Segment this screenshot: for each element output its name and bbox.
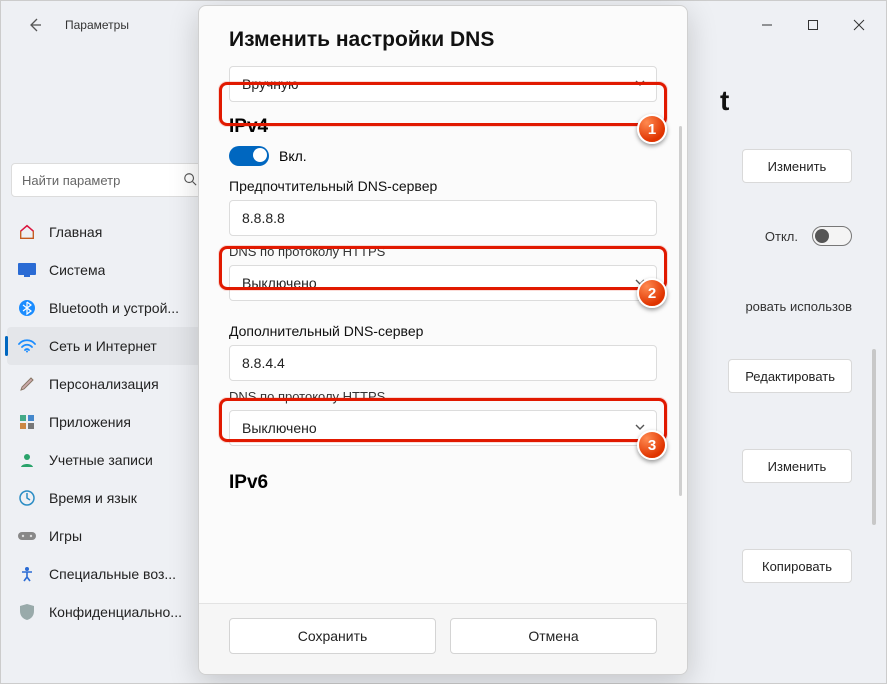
brush-icon [17, 374, 37, 394]
cancel-button[interactable]: Отмена [450, 618, 657, 654]
window-controls [744, 9, 882, 41]
doh1-label: DNS по протоколу HTTPS [229, 244, 657, 259]
preferred-dns-input[interactable]: 8.8.8.8 [229, 200, 657, 236]
back-button[interactable] [19, 9, 51, 41]
doh1-select[interactable]: Выключено [229, 265, 657, 301]
arrow-left-icon [27, 17, 43, 33]
doh1-value: Выключено [242, 275, 317, 291]
bg-use-label: ровать использов [745, 299, 852, 314]
sidebar-item-privacy[interactable]: Конфиденциально... [7, 593, 210, 631]
sidebar-item-label: Игры [49, 528, 82, 544]
wifi-icon [17, 336, 37, 356]
gamepad-icon [17, 526, 37, 546]
sidebar-item-system[interactable]: Система [7, 251, 210, 289]
chevron-down-icon [634, 275, 646, 291]
nav-list: Главная Система Bluetooth и устрой... Се… [1, 213, 216, 631]
apps-icon [17, 412, 37, 432]
preferred-dns-label: Предпочтительный DNS-сервер [229, 178, 657, 194]
minimize-button[interactable] [744, 9, 790, 41]
sidebar-item-label: Конфиденциально... [49, 604, 182, 620]
chevron-down-icon [634, 76, 646, 92]
sidebar-item-label: Персонализация [49, 376, 159, 392]
sidebar-item-time[interactable]: Время и язык [7, 479, 210, 517]
preferred-dns-value: 8.8.8.8 [242, 210, 285, 226]
close-icon [853, 19, 865, 31]
doh2-select[interactable]: Выключено [229, 410, 657, 446]
search-placeholder: Найти параметр [22, 173, 120, 188]
sidebar-item-label: Система [49, 262, 105, 278]
bg-toggle-off[interactable] [812, 226, 852, 246]
dialog-footer: Сохранить Отмена [199, 603, 687, 674]
chevron-down-icon [634, 420, 646, 436]
bg-edit-button[interactable]: Редактировать [728, 359, 852, 393]
dialog-title: Изменить настройки DNS [229, 28, 657, 52]
shield-icon [17, 602, 37, 622]
maximize-icon [807, 19, 819, 31]
alternate-dns-label: Дополнительный DNS-сервер [229, 323, 657, 339]
dns-mode-value: Вручную [242, 76, 299, 92]
close-button[interactable] [836, 9, 882, 41]
sidebar-item-home[interactable]: Главная [7, 213, 210, 251]
bg-off-label: Откл. [765, 229, 798, 244]
sidebar-item-accounts[interactable]: Учетные записи [7, 441, 210, 479]
save-button[interactable]: Сохранить [229, 618, 436, 654]
maximize-button[interactable] [790, 9, 836, 41]
ipv4-toggle-label: Вкл. [279, 148, 307, 164]
sidebar-item-network[interactable]: Сеть и Интернет [7, 327, 210, 365]
bg-change-button[interactable]: Изменить [742, 149, 852, 183]
person-icon [17, 450, 37, 470]
sidebar-item-accessibility[interactable]: Специальные воз... [7, 555, 210, 593]
accessibility-icon [17, 564, 37, 584]
sidebar-item-label: Учетные записи [49, 452, 153, 468]
bg-copy-button[interactable]: Копировать [742, 549, 852, 583]
ipv4-toggle[interactable] [229, 146, 269, 166]
dns-settings-dialog: Изменить настройки DNS Вручную IPv4 Вкл.… [198, 5, 688, 675]
alternate-dns-value: 8.8.4.4 [242, 355, 285, 371]
alternate-dns-input[interactable]: 8.8.4.4 [229, 345, 657, 381]
ipv4-heading: IPv4 [229, 116, 657, 138]
search-icon [183, 172, 197, 189]
sidebar-item-bluetooth[interactable]: Bluetooth и устрой... [7, 289, 210, 327]
dns-mode-select[interactable]: Вручную [229, 66, 657, 102]
sidebar: Найти параметр Главная Система Bluetooth… [1, 49, 216, 683]
dialog-body: Изменить настройки DNS Вручную IPv4 Вкл.… [199, 6, 687, 603]
system-icon [17, 260, 37, 280]
sidebar-item-label: Приложения [49, 414, 131, 430]
minimize-icon [761, 19, 773, 31]
sidebar-item-label: Сеть и Интернет [49, 338, 157, 354]
sidebar-item-label: Bluetooth и устрой... [49, 300, 179, 316]
search-input[interactable]: Найти параметр [11, 163, 206, 197]
bg-scrollbar[interactable] [872, 349, 876, 525]
sidebar-item-apps[interactable]: Приложения [7, 403, 210, 441]
clock-globe-icon [17, 488, 37, 508]
doh2-label: DNS по протоколу HTTPS [229, 389, 657, 404]
bluetooth-icon [17, 298, 37, 318]
home-icon [17, 222, 37, 242]
sidebar-item-gaming[interactable]: Игры [7, 517, 210, 555]
bg-change2-button[interactable]: Изменить [742, 449, 852, 483]
sidebar-item-label: Специальные воз... [49, 566, 176, 582]
sidebar-item-label: Время и язык [49, 490, 137, 506]
dialog-scrollbar[interactable] [679, 126, 682, 496]
app-title: Параметры [65, 18, 129, 32]
sidebar-item-label: Главная [49, 224, 102, 240]
sidebar-item-personalization[interactable]: Персонализация [7, 365, 210, 403]
doh2-value: Выключено [242, 420, 317, 436]
ipv6-heading: IPv6 [229, 472, 657, 494]
page-title-fragment: t [720, 85, 852, 117]
